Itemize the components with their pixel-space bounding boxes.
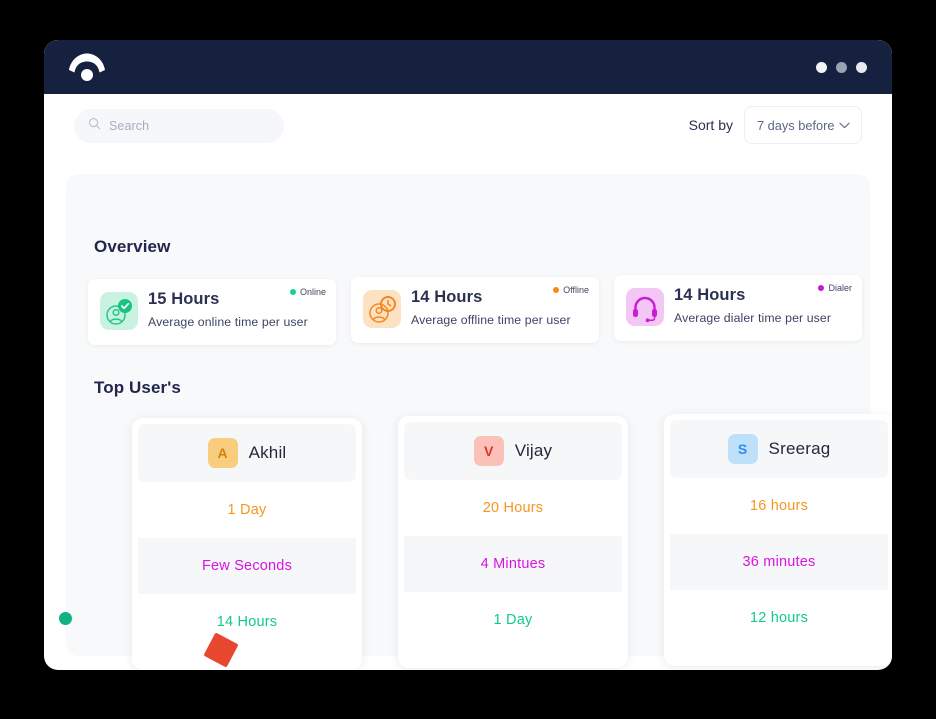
- user-name: Vijay: [514, 441, 553, 460]
- top-users-section-title: Top User's: [94, 378, 181, 397]
- user-clock-icon: [363, 290, 401, 328]
- user-card[interactable]: A Akhil 1 Day Few Seconds 14 Hours: [132, 418, 362, 670]
- stat-description: Average dialer time per user: [674, 311, 832, 325]
- status-badge: Offline: [553, 285, 589, 295]
- status-label: Offline: [563, 285, 589, 295]
- chevron-down-icon: [839, 116, 850, 134]
- dashboard-panel: Overview 15 Hours Average online time pe…: [66, 174, 892, 670]
- user-metric-row: 1 Day: [493, 612, 533, 628]
- user-metric-row: 4 Mintues: [404, 536, 622, 592]
- overview-cards: 15 Hours Average online time per user On…: [72, 275, 864, 347]
- status-badge: Dialer: [818, 283, 852, 293]
- user-metric-row: 16 hours: [749, 498, 809, 514]
- user-card-header: V Vijay: [404, 422, 622, 480]
- sort-by-group: Sort by 7 days before: [689, 106, 862, 144]
- stat-card-online[interactable]: 15 Hours Average online time per user On…: [88, 279, 336, 345]
- user-name: Akhil: [248, 443, 287, 462]
- user-metric-row: Few Seconds: [138, 538, 356, 594]
- window-dot-1[interactable]: [816, 62, 827, 73]
- status-dot: [818, 285, 825, 291]
- user-metric-row: 12 hours: [749, 610, 809, 626]
- toolbar: Search Sort by 7 days before: [44, 94, 892, 176]
- status-dot: [289, 289, 296, 295]
- user-card-header: S Sreerag: [670, 420, 888, 478]
- stat-description: Average offline time per user: [411, 313, 571, 327]
- user-metric-row: 36 minutes: [670, 534, 888, 590]
- stat-value: 15 Hours: [148, 290, 220, 308]
- user-check-icon: [100, 292, 138, 330]
- avatar: A: [207, 438, 238, 468]
- user-metric-row: 14 Hours: [216, 614, 278, 630]
- status-label: Dialer: [828, 283, 852, 293]
- stat-value: 14 Hours: [411, 288, 483, 306]
- stat-card-dialer[interactable]: 14 Hours Average dialer time per user Di…: [614, 275, 862, 341]
- app-window: Search Sort by 7 days before Overview 15…: [44, 40, 892, 670]
- stat-value: 14 Hours: [674, 286, 746, 304]
- status-label: Online: [299, 287, 326, 297]
- user-card-header: A Akhil: [138, 424, 356, 482]
- stat-description: Average online time per user: [148, 315, 308, 329]
- phone-handset-icon[interactable]: [64, 51, 110, 83]
- green-circle-decoration: [59, 612, 72, 625]
- window-dot-3[interactable]: [856, 62, 867, 73]
- sort-by-select[interactable]: 7 days before: [744, 106, 862, 144]
- search-icon: [88, 117, 101, 135]
- search-input[interactable]: Search: [74, 109, 284, 143]
- avatar: V: [473, 436, 504, 466]
- search-placeholder: Search: [109, 119, 150, 133]
- window-controls: [816, 62, 867, 73]
- status-badge: Online: [289, 287, 326, 297]
- sort-by-value: 7 days before: [757, 117, 835, 133]
- window-dot-2[interactable]: [836, 62, 847, 73]
- top-users-cards: A Akhil 1 Day Few Seconds 14 Hours V Vij…: [66, 412, 892, 670]
- avatar: S: [727, 434, 758, 464]
- status-dot: [553, 287, 560, 293]
- user-card[interactable]: S Sreerag 16 hours 36 minutes 12 hours: [664, 414, 892, 666]
- user-metric-row: 1 Day: [227, 502, 267, 518]
- headset-icon: [626, 288, 664, 326]
- user-card[interactable]: V Vijay 20 Hours 4 Mintues 1 Day: [398, 416, 628, 668]
- user-name: Sreerag: [768, 439, 831, 458]
- sort-by-label: Sort by: [688, 117, 733, 133]
- stat-card-offline[interactable]: 14 Hours Average offline time per user O…: [351, 277, 599, 343]
- overview-section-title: Overview: [94, 237, 171, 256]
- user-metric-row: 20 Hours: [482, 500, 544, 516]
- app-header: [44, 40, 892, 94]
